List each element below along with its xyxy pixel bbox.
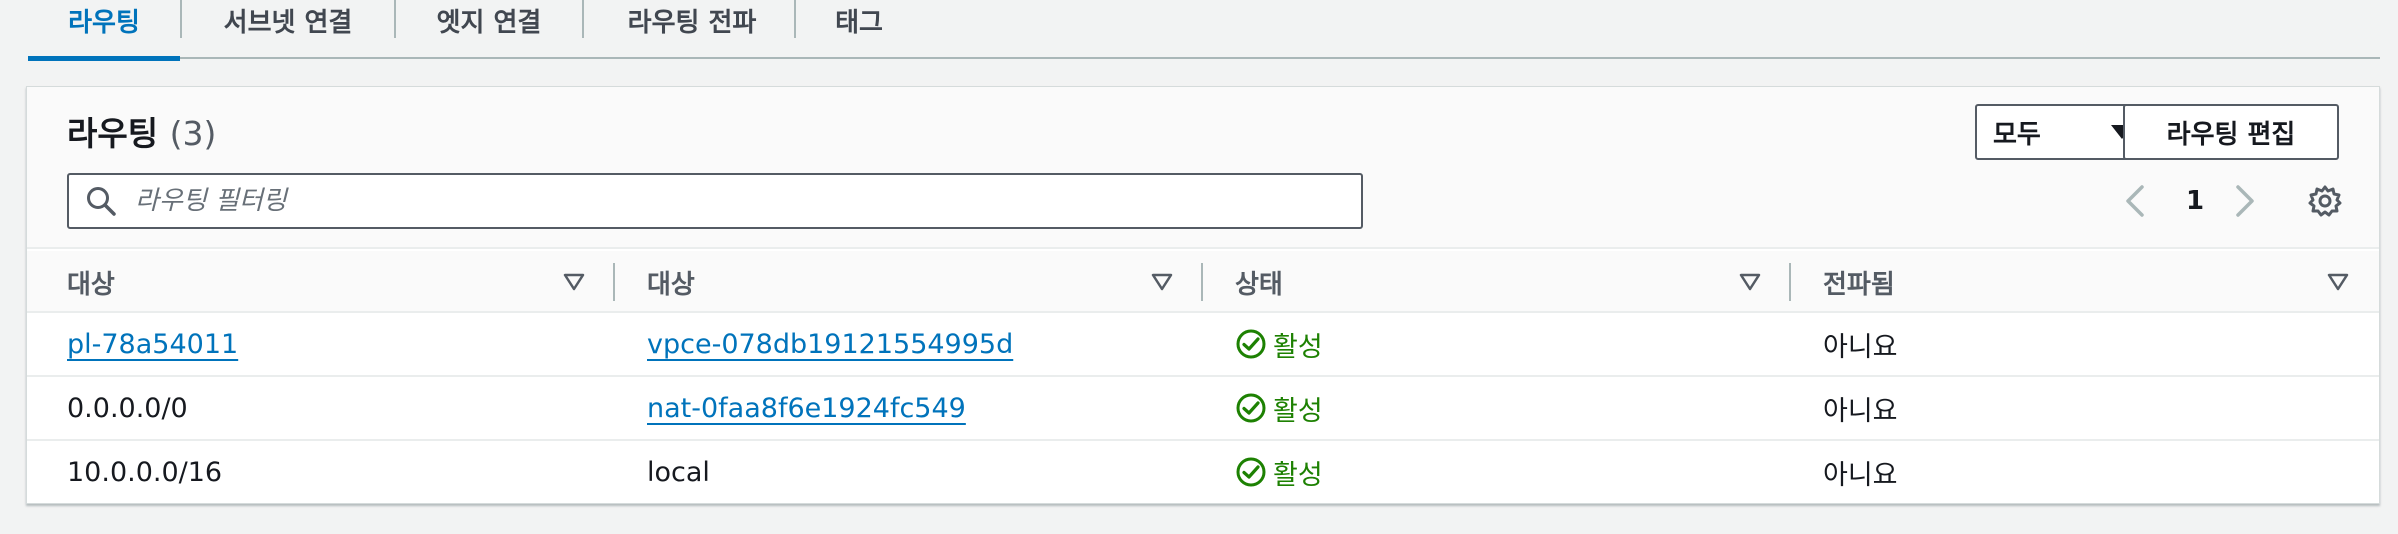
- table-header: 대상 대상 상태 전파됨: [27, 251, 2379, 313]
- sort-caret-icon[interactable]: [563, 273, 585, 291]
- status-badge: 활성: [1235, 313, 1323, 375]
- sort-caret-icon[interactable]: [1151, 273, 1173, 291]
- propagated-value: 아니요: [1823, 459, 1898, 491]
- propagated-value: 아니요: [1823, 395, 1898, 427]
- next-page-button[interactable]: [2225, 173, 2265, 229]
- tab-route-propagation[interactable]: 라우팅 전파: [584, 0, 800, 59]
- destination-value: 0.0.0.0/0: [67, 392, 188, 424]
- column-header-destination[interactable]: 대상: [67, 251, 115, 313]
- search-box: [67, 173, 1363, 229]
- column-header-target[interactable]: 대상: [647, 251, 695, 313]
- table-row: pl-78a54011 vpce-078db19121554995d 활성 아니…: [27, 313, 2379, 377]
- target-value: local: [647, 456, 710, 488]
- sort-caret-icon[interactable]: [1739, 273, 1761, 291]
- column-resizer[interactable]: [1201, 263, 1203, 301]
- search-input[interactable]: [133, 175, 1361, 227]
- tab-routes[interactable]: 라우팅: [28, 0, 180, 61]
- tab-bar: 라우팅 서브넷 연결 엣지 연결 라우팅 전파 태그: [28, 0, 2380, 61]
- chevron-right-icon: [2236, 185, 2254, 217]
- edit-routes-button[interactable]: 라우팅 편집: [2123, 104, 2339, 160]
- tab-subnet-associations[interactable]: 서브넷 연결: [182, 0, 394, 59]
- page-number-label: 1: [2185, 186, 2205, 216]
- edit-routes-label: 라우팅 편집: [2166, 119, 2296, 150]
- routes-panel: 라우팅 (3) 모두 라우팅 편집 1: [26, 86, 2380, 504]
- check-circle-icon: [1236, 329, 1266, 359]
- column-resizer[interactable]: [613, 263, 615, 301]
- status-text: 활성: [1273, 331, 1323, 363]
- column-header-status[interactable]: 상태: [1235, 251, 1283, 313]
- destination-value: 10.0.0.0/16: [67, 456, 223, 488]
- route-count: (3): [169, 114, 217, 153]
- panel-header: 라우팅 (3) 모두 라우팅 편집 1: [27, 87, 2379, 249]
- column-header-label: 전파됨: [1823, 269, 1895, 300]
- panel-title-text: 라우팅: [67, 114, 159, 153]
- page-number[interactable]: 1: [2175, 173, 2215, 229]
- target-link[interactable]: nat-0faa8f6e1924fc549: [647, 377, 966, 439]
- column-header-propagated[interactable]: 전파됨: [1823, 251, 1895, 313]
- column-resizer[interactable]: [1789, 263, 1791, 301]
- column-header-label: 대상: [647, 269, 695, 300]
- check-circle-icon: [1236, 457, 1266, 487]
- check-circle-icon: [1236, 393, 1266, 423]
- column-header-label: 상태: [1235, 269, 1283, 300]
- prev-page-button[interactable]: [2115, 173, 2155, 229]
- tab-edge-associations[interactable]: 엣지 연결: [396, 0, 582, 59]
- destination-link[interactable]: pl-78a54011: [67, 313, 238, 375]
- tab-tags[interactable]: 태그: [796, 0, 922, 59]
- table-row: 0.0.0.0/0 nat-0faa8f6e1924fc549 활성 아니요: [27, 377, 2379, 441]
- gear-icon: [2308, 185, 2342, 217]
- status-text: 활성: [1273, 459, 1323, 491]
- status-badge: 활성: [1235, 441, 1323, 503]
- status-text: 활성: [1273, 395, 1323, 427]
- sort-caret-icon[interactable]: [2327, 273, 2349, 291]
- propagated-value: 아니요: [1823, 331, 1898, 363]
- chevron-left-icon: [2126, 185, 2144, 217]
- table-row: 10.0.0.0/16 local 활성 아니요: [27, 441, 2379, 505]
- search-icon: [87, 187, 116, 216]
- status-badge: 활성: [1235, 377, 1323, 439]
- filter-dropdown-label: 모두: [1993, 119, 2041, 150]
- panel-title: 라우팅 (3): [67, 107, 216, 155]
- preferences-button[interactable]: [2305, 173, 2345, 229]
- target-link[interactable]: vpce-078db19121554995d: [647, 313, 1013, 375]
- column-header-label: 대상: [67, 269, 115, 300]
